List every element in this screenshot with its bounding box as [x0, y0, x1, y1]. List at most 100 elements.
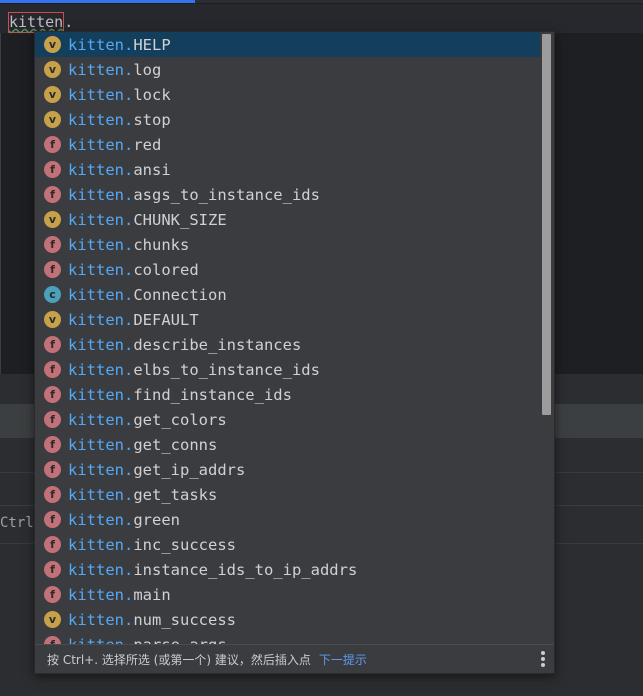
completion-item-prefix: kitten.: [68, 210, 134, 229]
code-text[interactable]: kitten.: [8, 12, 73, 33]
function-icon: f: [44, 561, 61, 578]
completion-item[interactable]: f kitten.ansi: [35, 157, 540, 182]
function-icon: f: [44, 261, 61, 278]
completion-item-label: kitten.get_ip_addrs: [68, 461, 245, 479]
completion-item[interactable]: c kitten.Connection: [35, 282, 540, 307]
completion-item[interactable]: v kitten.DEFAULT: [35, 307, 540, 332]
completion-item-label: kitten.find_instance_ids: [68, 386, 292, 404]
variable-icon: v: [44, 86, 61, 103]
completion-item-prefix: kitten.: [68, 235, 134, 254]
completion-item-name: chunks: [133, 235, 190, 254]
function-icon: f: [44, 461, 61, 478]
completion-item-prefix: kitten.: [68, 260, 134, 279]
function-icon: f: [44, 186, 61, 203]
completion-item-name: log: [133, 60, 162, 79]
completion-item[interactable]: v kitten.HELP: [35, 32, 540, 57]
completion-item-name: Connection: [133, 285, 227, 304]
completion-item-prefix: kitten.: [68, 160, 134, 179]
function-icon: f: [44, 511, 61, 528]
scrollbar-thumb[interactable]: [542, 34, 551, 415]
variable-icon: v: [44, 311, 61, 328]
completion-item-label: kitten.get_conns: [68, 436, 217, 454]
completion-item-name: asgs_to_instance_ids: [133, 185, 320, 204]
completion-item[interactable]: f kitten.get_tasks: [35, 482, 540, 507]
completion-list[interactable]: v kitten.HELP v kitten.log v kitten.lock v kitt…: [35, 32, 540, 644]
completion-item-label: kitten.green: [68, 511, 180, 529]
footer-hint: 按 Ctrl+. 选择所选 (或第一个) 建议，然后插入点: [47, 653, 311, 667]
function-icon: f: [44, 336, 61, 353]
function-icon: f: [44, 136, 61, 153]
completion-item-label: kitten.asgs_to_instance_ids: [68, 186, 320, 204]
function-icon: f: [44, 586, 61, 603]
code-completion-popup[interactable]: v kitten.HELP v kitten.log v kitten.lock v kitt…: [34, 31, 555, 674]
completion-item-prefix: kitten.: [68, 460, 134, 479]
completion-item-name: get_conns: [133, 435, 218, 454]
completion-item[interactable]: v kitten.CHUNK_SIZE: [35, 207, 540, 232]
function-icon: f: [44, 161, 61, 178]
completion-item[interactable]: v kitten.lock: [35, 82, 540, 107]
completion-item-prefix: kitten.: [68, 410, 134, 429]
completion-item[interactable]: v kitten.log: [35, 57, 540, 82]
function-icon: f: [44, 436, 61, 453]
completion-item-label: kitten.stop: [68, 111, 171, 129]
completion-item-name: inc_success: [133, 535, 236, 554]
completion-item-label: kitten.main: [68, 586, 171, 604]
class-icon: c: [44, 286, 61, 303]
completion-item[interactable]: f kitten.chunks: [35, 232, 540, 257]
completion-item-label: kitten.lock: [68, 86, 171, 104]
completion-item-name: find_instance_ids: [133, 385, 292, 404]
completion-item[interactable]: f kitten.get_conns: [35, 432, 540, 457]
completion-item-label: kitten.DEFAULT: [68, 311, 199, 329]
completion-item[interactable]: f kitten.get_ip_addrs: [35, 457, 540, 482]
typed-identifier[interactable]: kitten: [8, 12, 65, 33]
next-tip-link[interactable]: 下一提示: [319, 651, 367, 668]
completion-item[interactable]: f kitten.describe_instances: [35, 332, 540, 357]
completion-item-prefix: kitten.: [68, 535, 134, 554]
completion-item[interactable]: f kitten.main: [35, 582, 540, 607]
completion-item-label: kitten.CHUNK_SIZE: [68, 211, 227, 229]
completion-item[interactable]: f kitten.get_colors: [35, 407, 540, 432]
completion-item[interactable]: f kitten.elbs_to_instance_ids: [35, 357, 540, 382]
completion-item[interactable]: f kitten.find_instance_ids: [35, 382, 540, 407]
completion-item-name: get_ip_addrs: [133, 460, 246, 479]
active-tab-indicator: [0, 0, 195, 3]
completion-item-name: ansi: [133, 160, 171, 179]
function-icon: f: [44, 361, 61, 378]
completion-item-prefix: kitten.: [68, 185, 134, 204]
completion-item-label: kitten.Connection: [68, 286, 227, 304]
completion-item-name: lock: [133, 85, 171, 104]
completion-item[interactable]: f kitten.asgs_to_instance_ids: [35, 182, 540, 207]
completion-item[interactable]: f kitten.instance_ids_to_ip_addrs: [35, 557, 540, 582]
completion-item[interactable]: v kitten.num_success: [35, 607, 540, 632]
completion-item-label: kitten.HELP: [68, 36, 171, 54]
completion-footer: 按 Ctrl+. 选择所选 (或第一个) 建议，然后插入点 下一提示: [35, 644, 554, 673]
completion-item-prefix: kitten.: [68, 310, 134, 329]
completion-item[interactable]: f kitten.parse_args: [35, 632, 540, 644]
completion-item-name: get_colors: [133, 410, 227, 429]
dot-icon: [541, 657, 545, 661]
completion-item-prefix: kitten.: [68, 360, 134, 379]
completion-item[interactable]: f kitten.green: [35, 507, 540, 532]
completion-item[interactable]: f kitten.inc_success: [35, 532, 540, 557]
completion-item-name: instance_ids_to_ip_addrs: [133, 560, 358, 579]
completion-item-label: kitten.log: [68, 61, 161, 79]
function-icon: f: [44, 411, 61, 428]
current-code-line[interactable]: kitten.: [0, 4, 643, 33]
more-options-icon[interactable]: [541, 651, 545, 669]
completion-item-prefix: kitten.: [68, 35, 134, 54]
completion-item-name: colored: [133, 260, 199, 279]
variable-icon: v: [44, 611, 61, 628]
completion-item-prefix: kitten.: [68, 636, 133, 645]
completion-item-label: kitten.get_tasks: [68, 486, 217, 504]
completion-item[interactable]: v kitten.stop: [35, 107, 540, 132]
completion-item-prefix: kitten.: [68, 135, 134, 154]
completion-item-name: HELP: [133, 35, 171, 54]
completion-item-name: CHUNK_SIZE: [133, 210, 227, 229]
completion-item[interactable]: f kitten.colored: [35, 257, 540, 282]
completion-item[interactable]: f kitten.red: [35, 132, 540, 157]
completion-item-label: kitten.instance_ids_to_ip_addrs: [68, 561, 357, 579]
completion-item-label: kitten.red: [68, 136, 161, 154]
completion-item-label: kitten.colored: [68, 261, 199, 279]
completion-item-name: parse_args: [133, 636, 226, 645]
function-icon: f: [44, 236, 61, 253]
